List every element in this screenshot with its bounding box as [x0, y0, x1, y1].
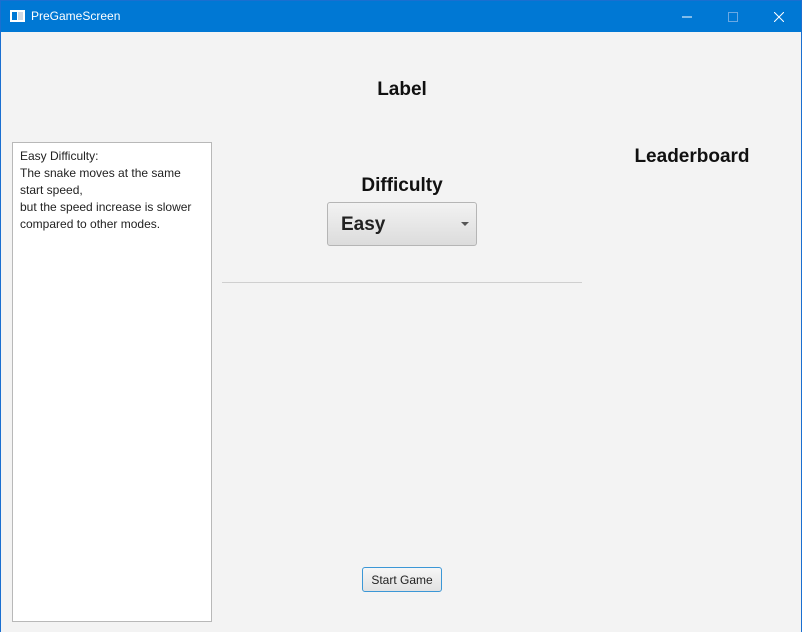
- dropdown-arrow-icon: [461, 222, 469, 226]
- start-game-button[interactable]: Start Game: [362, 567, 442, 592]
- main-label: Label: [377, 79, 427, 100]
- difficulty-heading: Difficulty: [361, 175, 443, 196]
- maximize-button[interactable]: [710, 1, 756, 32]
- app-window-icon: [10, 10, 25, 22]
- difficulty-description-textarea[interactable]: Easy Difficulty: The snake moves at the …: [12, 142, 212, 622]
- separator-line: [222, 282, 582, 283]
- close-button[interactable]: [756, 1, 802, 32]
- title-bar[interactable]: PreGameScreen: [1, 1, 801, 32]
- minimize-icon: [682, 16, 692, 17]
- difficulty-dropdown[interactable]: Easy: [327, 202, 477, 246]
- difficulty-selected-value: Easy: [341, 214, 386, 235]
- window-title: PreGameScreen: [31, 9, 121, 23]
- close-icon: [774, 11, 784, 22]
- app-window: PreGameScreen Label Easy Difficulty: The…: [0, 0, 802, 632]
- pre-game-panel: Label Easy Difficulty: The snake moves a…: [1, 32, 801, 632]
- minimize-button[interactable]: [664, 1, 710, 32]
- leaderboard-heading: Leaderboard: [634, 146, 750, 167]
- maximize-icon: [728, 11, 738, 22]
